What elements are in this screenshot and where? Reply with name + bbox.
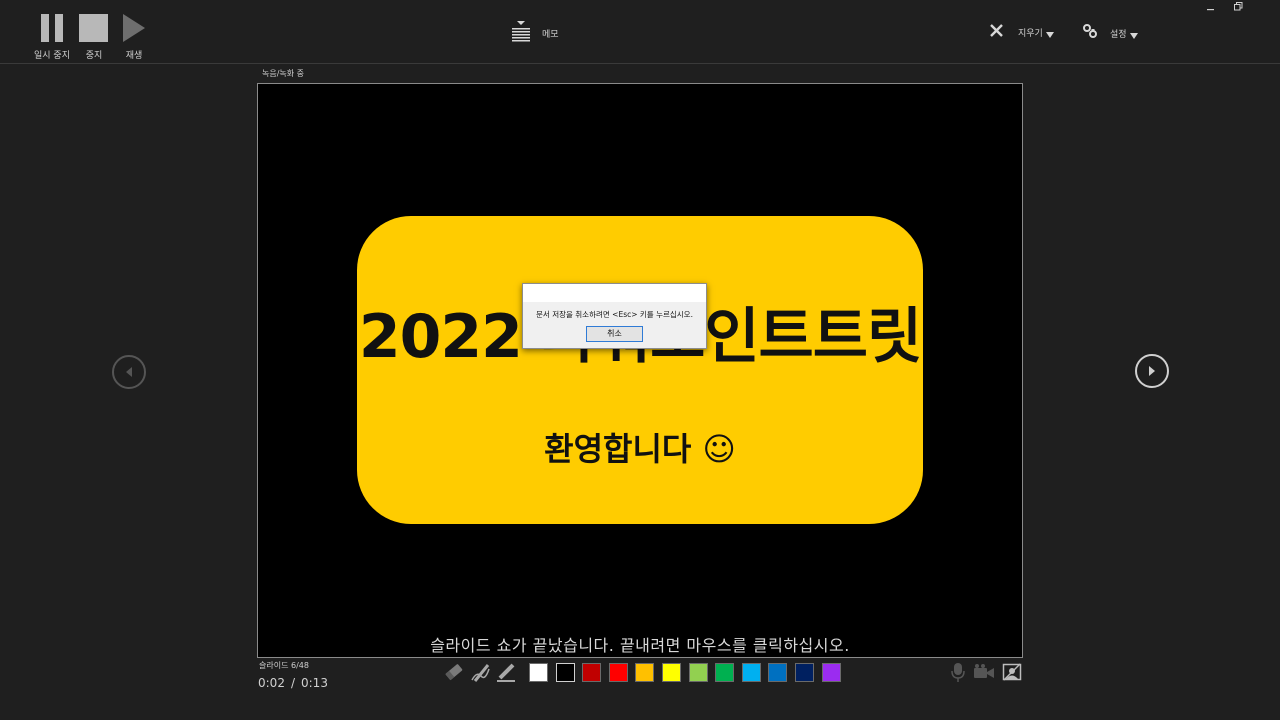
chevron-down-icon (1129, 24, 1138, 43)
time-elapsed: 0:02 (258, 676, 285, 690)
color-swatch[interactable] (741, 663, 761, 682)
stop-label: 중지 (85, 51, 103, 61)
pen-icon (469, 661, 491, 687)
ink-color-palette (529, 663, 841, 682)
notes-icon (511, 20, 531, 46)
close-x-icon (989, 23, 1004, 42)
slide-counter: 슬라이드 6/48 (259, 661, 309, 670)
timer: 0:02 / 0:13 (258, 676, 328, 690)
restore-icon[interactable] (1234, 2, 1243, 15)
play-button[interactable]: 재생 (121, 12, 147, 61)
save-cancel-dialog: 문서 저장을 취소하려면 <Esc> 키를 누르십시오. 취소 (522, 283, 707, 349)
dialog-message: 문서 저장을 취소하려면 <Esc> 키를 누르십시오. (536, 310, 693, 319)
pen-tool[interactable] (468, 662, 492, 686)
slide-welcome-text: 환영합니다 ☺ (544, 430, 736, 468)
color-swatch[interactable] (821, 663, 841, 682)
color-swatch[interactable] (715, 663, 735, 682)
eraser-icon (443, 661, 465, 687)
chevron-right-icon (1147, 362, 1157, 381)
pause-button[interactable]: 일시 중지 (34, 12, 70, 61)
gear-icon (1082, 23, 1098, 43)
settings-label: 설정 (1110, 29, 1127, 40)
erase-button[interactable]: 지우기 (989, 23, 1054, 42)
video-camera-icon (973, 663, 995, 685)
pause-label: 일시 중지 (34, 51, 70, 61)
color-swatch[interactable] (688, 663, 708, 682)
previous-slide-button[interactable] (112, 355, 146, 389)
cancel-button[interactable]: 취소 (586, 326, 643, 342)
eraser-tool[interactable] (442, 662, 466, 686)
minimize-icon[interactable] (1207, 2, 1215, 15)
play-label: 재생 (125, 51, 143, 61)
dialog-caption (523, 284, 706, 302)
notes-button[interactable]: 메모 (511, 20, 559, 46)
settings-button[interactable]: 설정 (1082, 23, 1138, 43)
color-swatch[interactable] (661, 663, 681, 682)
title-card: 2022 파워포인트트릿 환영합니다 ☺ (357, 216, 923, 524)
chevron-down-icon (1045, 23, 1054, 42)
time-separator: / (290, 676, 295, 690)
camera-toggle[interactable] (972, 662, 996, 686)
microphone-icon (950, 661, 966, 687)
color-swatch[interactable] (794, 663, 814, 682)
color-swatch[interactable] (768, 663, 788, 682)
color-swatch[interactable] (608, 663, 628, 682)
color-swatch[interactable] (555, 663, 575, 682)
camera-preview-toggle[interactable] (1000, 662, 1024, 686)
camera-preview-off-icon (1002, 662, 1022, 686)
time-total: 0:13 (301, 676, 328, 690)
notes-label: 메모 (542, 29, 559, 40)
erase-label: 지우기 (1018, 29, 1043, 39)
recording-status: 녹음/녹화 중 (262, 69, 305, 78)
color-swatch[interactable] (635, 663, 655, 682)
next-slide-button[interactable] (1135, 354, 1169, 388)
highlighter-tool[interactable] (494, 662, 518, 686)
play-icon (121, 12, 147, 44)
stop-icon (79, 12, 109, 44)
pause-icon (40, 12, 64, 44)
slide-stage[interactable]: 2022 파워포인트트릿 환영합니다 ☺ 슬라이드 쇼가 끝났습니다. 끝내려면… (257, 83, 1023, 658)
microphone-toggle[interactable] (946, 662, 970, 686)
stop-button[interactable]: 중지 (79, 12, 109, 61)
end-of-show-message: 슬라이드 쇼가 끝났습니다. 끝내려면 마우스를 클릭하십시오. (430, 636, 850, 655)
color-swatch[interactable] (529, 663, 548, 682)
chevron-left-icon (124, 363, 134, 382)
highlighter-icon (495, 661, 517, 687)
color-swatch[interactable] (582, 663, 602, 682)
